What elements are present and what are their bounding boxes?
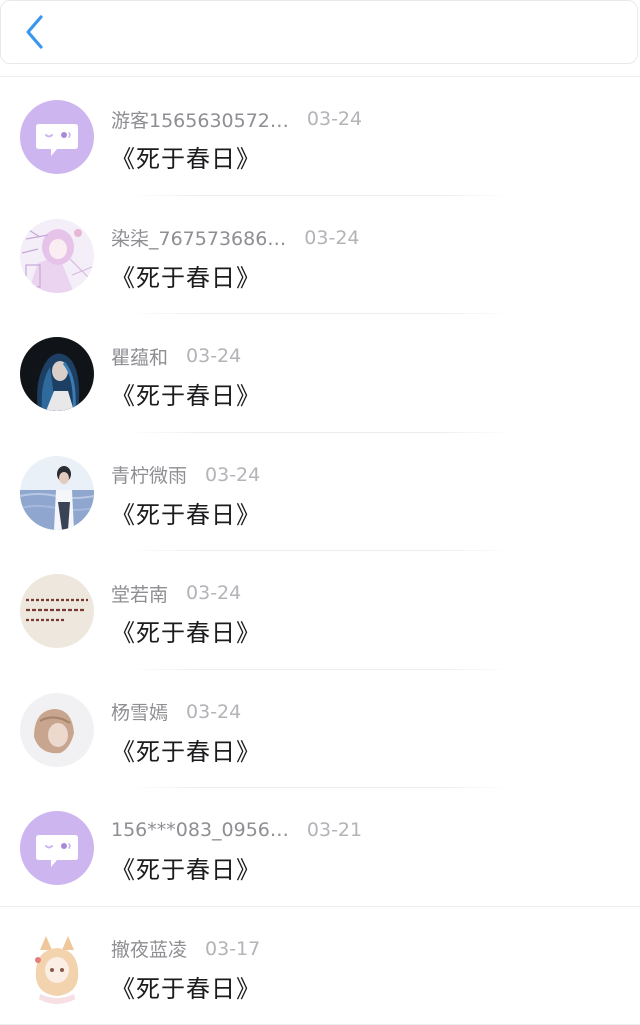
comment-list: 游客1565630572… 03-24 《死于春日》 染柒_767573686…… <box>0 76 640 1025</box>
comment-date: 03-24 <box>186 345 242 367</box>
avatar[interactable] <box>20 929 94 1004</box>
blonde-girl-photo <box>20 692 94 767</box>
avatar[interactable] <box>20 337 94 411</box>
username[interactable]: 青柠微雨 <box>111 461 187 488</box>
chat-bubble-icon <box>20 811 94 885</box>
list-item[interactable]: 杨雪嫣 03-24 《死于春日》 <box>0 670 640 788</box>
list-item[interactable]: 瞿蕴和 03-24 《死于春日》 <box>0 314 640 433</box>
handwriting-photo <box>20 574 94 648</box>
username[interactable]: 156***083_0956… <box>111 819 289 841</box>
list-item[interactable]: 游客1565630572… 03-24 《死于春日》 <box>0 77 640 196</box>
username[interactable]: 游客1565630572… <box>111 106 289 133</box>
chevron-left-icon <box>26 15 43 49</box>
chat-bubble-icon <box>20 100 94 174</box>
comment-meta: 染柒_767573686… 03-24 <box>111 224 360 252</box>
comment-date: 03-24 <box>205 463 261 486</box>
list-item[interactable]: 撤夜蓝凌 03-17 《死于春日》 <box>0 907 640 1025</box>
comment-date: 03-17 <box>205 937 261 960</box>
comment-text: 《死于春日》 <box>111 145 261 173</box>
username[interactable]: 撤夜蓝凌 <box>111 935 187 962</box>
avatar[interactable] <box>20 574 94 648</box>
avatar[interactable] <box>20 218 94 293</box>
comment-text: 《死于春日》 <box>111 737 261 766</box>
comment-date: 03-24 <box>186 582 242 604</box>
comment-meta: 撤夜蓝凌 03-17 <box>111 935 260 963</box>
comment-text: 《死于春日》 <box>111 500 261 529</box>
comment-date: 03-24 <box>186 700 242 723</box>
comment-date: 03-24 <box>304 226 360 249</box>
username[interactable]: 瞿蕴和 <box>111 343 168 370</box>
comment-text: 《死于春日》 <box>111 974 261 1003</box>
avatar[interactable] <box>20 100 94 174</box>
list-item[interactable]: 堂若南 03-24 《死于春日》 <box>0 551 640 670</box>
username[interactable]: 染柒_767573686… <box>111 224 286 251</box>
anime-girl-photo <box>20 218 94 293</box>
top-bar <box>0 0 638 64</box>
anime-fox-girl-photo <box>20 929 94 1004</box>
comment-meta: 堂若南 03-24 <box>111 579 241 607</box>
avatar[interactable] <box>20 811 94 885</box>
comment-meta: 青柠微雨 03-24 <box>111 461 260 489</box>
username[interactable]: 杨雪嫣 <box>111 698 168 725</box>
comment-meta: 游客1565630572… 03-24 <box>111 105 362 133</box>
avatar[interactable] <box>20 455 94 530</box>
sea-boy-photo <box>20 455 94 530</box>
comment-date: 03-24 <box>306 108 363 130</box>
list-item[interactable]: 染柒_767573686… 03-24 《死于春日》 <box>0 196 640 314</box>
comment-date: 03-21 <box>306 819 363 841</box>
back-button[interactable] <box>19 13 55 51</box>
comment-text: 《死于春日》 <box>111 382 261 410</box>
comment-text: 《死于春日》 <box>111 619 261 647</box>
comment-meta: 156***083_0956… 03-21 <box>111 816 362 844</box>
list-item[interactable]: 156***083_0956… 03-21 《死于春日》 <box>0 788 640 907</box>
list-item[interactable]: 青柠微雨 03-24 《死于春日》 <box>0 433 640 551</box>
blue-hair-girl-photo <box>20 337 94 411</box>
comment-text: 《死于春日》 <box>111 856 261 884</box>
avatar[interactable] <box>20 692 94 767</box>
comment-meta: 瞿蕴和 03-24 <box>111 342 241 370</box>
comment-meta: 杨雪嫣 03-24 <box>111 698 241 726</box>
comment-text: 《死于春日》 <box>111 263 261 292</box>
username[interactable]: 堂若南 <box>111 580 168 607</box>
